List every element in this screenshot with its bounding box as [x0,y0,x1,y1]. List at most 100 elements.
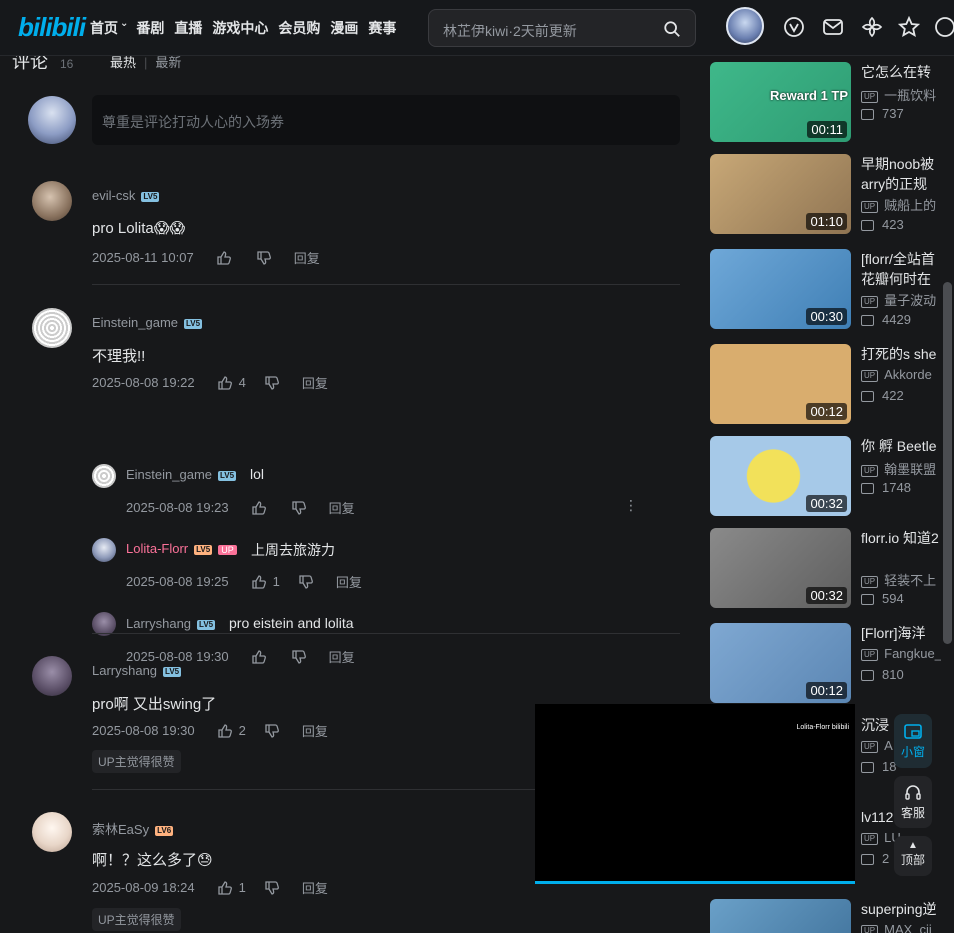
history-clock-icon[interactable] [934,16,954,38]
nav-live[interactable]: 直播 [174,18,202,38]
video-up[interactable]: UP Fangkue_ [861,646,942,661]
video-title[interactable]: 你 孵 Beetle [861,436,936,456]
comment-username[interactable]: Einstein_game LV5 [92,315,203,330]
reply-button[interactable]: 回复 [329,498,355,517]
video-up[interactable]: UP MAX_cii [861,922,932,933]
nav-game-center[interactable]: 游戏中心 [212,18,268,38]
like-icon[interactable] [216,250,232,266]
video-title[interactable]: florr.io 知道2 [861,528,941,568]
reply-button[interactable]: 回复 [329,647,355,666]
avatar[interactable] [32,812,72,852]
message-icon[interactable] [822,16,844,38]
search-icon[interactable] [663,20,681,38]
username-text[interactable]: Einstein_game [126,467,212,482]
search-box[interactable]: 林芷伊kiwi·2天前更新 [428,9,696,47]
player-progress-bar[interactable] [535,881,855,884]
username-text[interactable]: Lolita-Florr [126,541,188,556]
scrollbar-thumb[interactable] [943,282,952,644]
page-scrollbar[interactable] [941,60,954,933]
video-title[interactable]: 早期noob被arry的正规 [861,154,941,194]
reply-button[interactable]: 回复 [302,373,328,392]
video-up[interactable]: UP 轻装不上 [861,570,936,589]
nav-match[interactable]: 赛事 [368,18,396,38]
video-thumbnail[interactable]: Reward 1 TP 00:11 [710,62,851,142]
bilibili-logo[interactable]: bilibili [18,12,86,43]
comment-input[interactable]: 尊重是评论打动人心的入场券 [92,95,680,145]
up-name[interactable]: 量子波动 [884,293,936,308]
mini-window-button[interactable]: 小窗 [894,714,932,768]
dislike-icon[interactable] [298,574,314,590]
back-to-top-button[interactable]: ▲ 顶部 [894,836,932,876]
sort-new[interactable]: 最新 [155,56,181,70]
video-thumbnail[interactable]: 01:10 [710,154,851,234]
username-text[interactable]: Einstein_game [92,315,178,330]
like-icon[interactable] [251,649,267,665]
up-name[interactable]: 贼船上的 [884,198,936,213]
avatar[interactable] [32,656,72,696]
up-name[interactable]: Fangkue_ [884,646,942,661]
customer-service-button[interactable]: 客服 [894,776,932,828]
reply-avatar[interactable] [92,464,116,488]
favorites-star-icon[interactable] [898,16,920,38]
more-options-icon[interactable]: ⋮ [624,497,638,514]
video-up[interactable]: UP Akkorde [861,367,932,382]
dislike-icon[interactable] [264,880,280,896]
video-title[interactable]: lv112 [861,807,893,827]
reply-username[interactable]: Larryshang LV5 [126,616,216,631]
video-up[interactable]: UP 贼船上的 [861,195,936,214]
dislike-icon[interactable] [256,250,272,266]
video-up[interactable]: UP A [861,738,893,753]
vip-icon[interactable] [783,16,805,38]
reply-button[interactable]: 回复 [302,721,328,740]
nav-manga[interactable]: 漫画 [330,18,358,38]
like-icon[interactable] [251,574,267,590]
dislike-icon[interactable] [264,723,280,739]
reply-button[interactable]: 回复 [336,572,362,591]
reply-username[interactable]: Lolita-Florr LV5 UP [126,541,237,556]
video-thumbnail[interactable]: 00:12 [710,623,851,703]
video-title[interactable]: [Florr]海洋 [861,623,926,643]
dynamic-icon[interactable] [861,16,883,38]
video-thumbnail[interactable]: 00:32 [710,528,851,608]
reply-button[interactable]: 回复 [294,248,320,267]
dislike-icon[interactable] [291,500,307,516]
video-thumbnail[interactable]: 00:30 [710,249,851,329]
nav-mall[interactable]: 会员购 [278,18,320,38]
nav-bangumi[interactable]: 番剧 [136,18,164,38]
video-title[interactable]: superping逆 [861,899,937,919]
video-thumbnail[interactable]: 00:32 [710,436,851,516]
like-icon[interactable] [251,500,267,516]
avatar[interactable] [32,308,72,348]
nav-home[interactable]: 首页 [90,18,118,38]
username-text[interactable]: evil-csk [92,188,135,203]
video-thumbnail[interactable]: 00:12 [710,344,851,424]
user-avatar[interactable] [726,7,764,45]
dislike-icon[interactable] [264,375,280,391]
video-title[interactable]: 打死的s she [861,344,936,364]
up-name[interactable]: 一瓶饮料 [884,88,936,103]
like-icon[interactable] [217,375,233,391]
up-name[interactable]: 翰墨联盟 [884,462,936,477]
reply-button[interactable]: 回复 [302,878,328,897]
avatar[interactable] [32,181,72,221]
video-title[interactable]: 它怎么在转 [861,62,931,82]
up-name[interactable]: 轻装不上 [884,573,936,588]
video-thumbnail[interactable] [710,899,851,933]
up-name[interactable]: A [884,738,893,753]
reply-avatar[interactable] [92,538,116,562]
video-up[interactable]: UP 翰墨联盟 [861,459,936,478]
mini-player[interactable]: Lolita-Florr bilibili [535,704,855,884]
video-up[interactable]: UP 一瓶饮料 [861,85,936,104]
dislike-icon[interactable] [291,649,307,665]
sort-hot[interactable]: 最热 [110,56,136,70]
search-input[interactable]: 林芷伊kiwi·2天前更新 [443,21,577,41]
like-icon[interactable] [217,880,233,896]
video-up[interactable]: UP 量子波动 [861,290,936,309]
username-text[interactable]: 索林EaSy [92,822,149,837]
video-title[interactable]: 沉浸 [861,715,889,735]
username-text[interactable]: Larryshang [126,616,191,631]
username-text[interactable]: Larryshang [92,663,157,678]
video-title[interactable]: [florr/全站首花瓣何时在 [861,249,941,289]
up-name[interactable]: MAX_cii [884,922,932,933]
like-icon[interactable] [217,723,233,739]
